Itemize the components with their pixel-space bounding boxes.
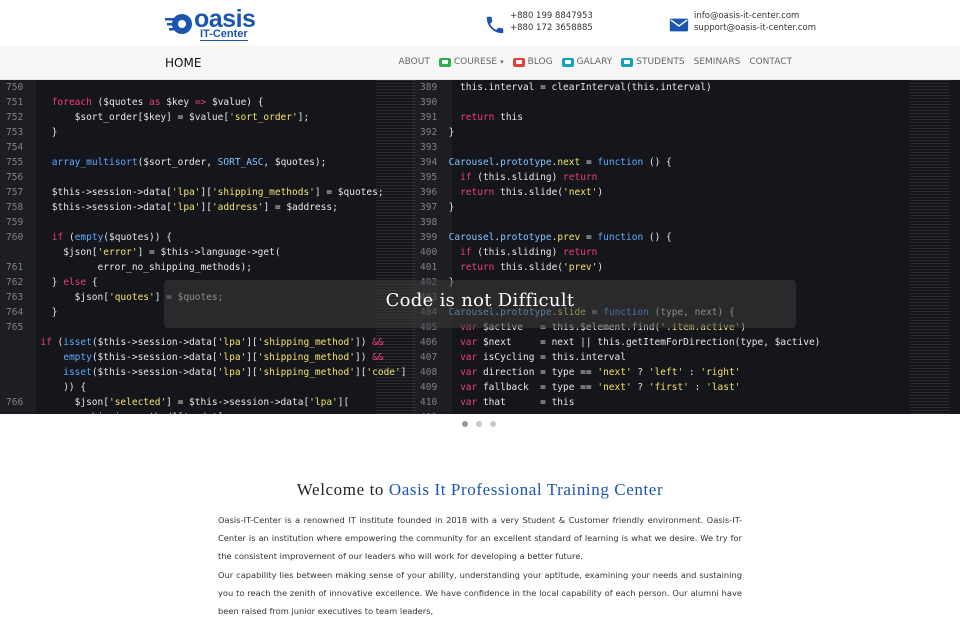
nav-item-seminars[interactable]: SEMINARS: [694, 57, 741, 67]
slide-caption-box: Code is not Difficult: [164, 280, 796, 328]
carousel-dot-3[interactable]: [490, 421, 496, 427]
nav-item-label: CONTACT: [749, 57, 792, 67]
nav-item-about[interactable]: ABOUT: [398, 57, 429, 67]
phone-icon: [486, 16, 504, 34]
welcome-heading-highlight: Oasis It Professional Training Center: [388, 480, 664, 499]
phone-1[interactable]: +880 199 8847953: [510, 10, 593, 22]
brand-logo[interactable]: oasis IT-Center: [164, 5, 256, 41]
brand-sub: IT-Center: [200, 28, 248, 41]
red-badge-icon: [512, 57, 525, 67]
welcome-heading: Welcome to Oasis It Professional Trainin…: [0, 480, 960, 500]
nav-item-label: ABOUT: [398, 57, 430, 67]
logo-wheel-icon: [165, 14, 192, 34]
main-navbar: HOME ABOUT COURESE ▾ BLOG GALARY STUDENT…: [0, 46, 960, 80]
code-image-left: 750 751 foreach ($quotes as $key => $val…: [6, 82, 407, 414]
nav-item-courese[interactable]: COURESE ▾: [438, 57, 504, 67]
welcome-body: Oasis-IT-Center is a renowned IT institu…: [218, 511, 742, 620]
top-bar: oasis IT-Center +880 199 8847953 +880 17…: [0, 0, 960, 46]
nav-item-contact[interactable]: CONTACT: [749, 57, 792, 67]
envelope-icon: [669, 18, 689, 32]
nav-item-label: COURESE: [453, 57, 498, 67]
code-image-right: 389 this.interval = clearInterval(this.i…: [420, 82, 821, 414]
teal-badge-icon: [621, 57, 634, 67]
nav-item-blog[interactable]: BLOG: [512, 57, 553, 67]
caret-down-icon: ▾: [500, 58, 504, 66]
welcome-paragraph-1: Oasis-IT-Center is a renowned IT institu…: [218, 515, 742, 562]
nav-item-label: BLOG: [527, 57, 553, 67]
green-badge-icon: [438, 57, 451, 67]
welcome-paragraph-2: Our capability lies between making sense…: [218, 569, 742, 617]
nav-item-label: SEMINARS: [693, 57, 741, 67]
code-minimap: [910, 80, 950, 414]
phone-2[interactable]: +880 172 3658885: [510, 22, 593, 34]
nav-item-students[interactable]: STUDENTS: [621, 57, 685, 67]
teal-badge-icon: [561, 57, 574, 67]
nav-item-label: GALARY: [576, 57, 613, 67]
carousel-indicators: [462, 421, 496, 427]
carousel-dot-1[interactable]: [462, 421, 468, 427]
email-2[interactable]: support@oasis-it-center.com: [694, 22, 816, 34]
email-1[interactable]: info@oasis-it-center.com: [694, 10, 816, 22]
carousel-dot-2[interactable]: [476, 421, 482, 427]
nav-item-label: STUDENTS: [636, 57, 685, 67]
nav-menu: ABOUT COURESE ▾ BLOG GALARY STUDENTS SEM…: [398, 57, 792, 67]
slide-caption: Code is not Difficult: [385, 290, 575, 311]
welcome-heading-prefix: Welcome to: [296, 480, 389, 499]
nav-item-galary[interactable]: GALARY: [561, 57, 613, 67]
nav-home-link[interactable]: HOME: [165, 56, 201, 70]
hero-carousel[interactable]: 750 751 foreach ($quotes as $key => $val…: [0, 80, 960, 414]
